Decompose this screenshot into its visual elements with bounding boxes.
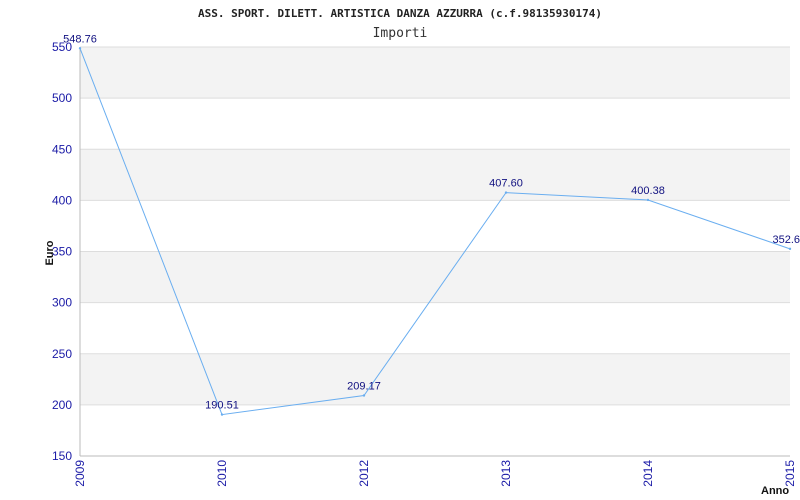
data-label: 400.38 (631, 185, 665, 197)
chart-subtitle: Importi (373, 26, 428, 41)
data-label: 190.51 (205, 400, 239, 412)
y-tick-label: 450 (52, 142, 72, 156)
data-point (362, 394, 366, 397)
y-tick-label: 400 (52, 193, 72, 207)
x-axis-label: Anno (761, 485, 789, 497)
x-tick-label: 2013 (499, 460, 513, 487)
band (80, 47, 790, 99)
data-label: 548.76 (63, 33, 97, 45)
y-tick-label: 500 (52, 91, 72, 105)
x-tick-label: 2009 (73, 460, 87, 487)
data-label: 407.60 (489, 178, 523, 190)
y-tick-label: 150 (52, 449, 72, 463)
data-point (504, 191, 508, 194)
band (80, 200, 790, 252)
band (80, 353, 790, 405)
x-tick-label: 2015 (783, 460, 797, 487)
band (80, 404, 790, 456)
data-point (220, 413, 224, 416)
data-label: 209.17 (347, 380, 381, 392)
y-tick-label: 200 (52, 398, 72, 412)
data-label: 352.6 (772, 234, 800, 246)
y-tick-label: 300 (52, 296, 72, 310)
band (80, 98, 790, 150)
x-tick-label: 2014 (641, 460, 655, 487)
band (80, 302, 790, 354)
data-point (78, 47, 82, 50)
x-tick-label: 2012 (357, 460, 371, 487)
data-point (788, 247, 792, 251)
band (80, 149, 790, 201)
line-chart: 150200250300350400450500550 2009 2010 2012… (44, 7, 800, 497)
data-point (646, 198, 650, 202)
chart-title: ASS. SPORT. DILETT. ARTISTICA DANZA AZZU… (198, 7, 602, 20)
x-tick-labels: 2009 2010 2012 2013 2014 2015 (73, 460, 797, 487)
x-tick-label: 2010 (215, 460, 229, 487)
band (80, 251, 790, 303)
y-axis-label: Euro (44, 240, 56, 265)
y-tick-label: 250 (52, 347, 72, 361)
